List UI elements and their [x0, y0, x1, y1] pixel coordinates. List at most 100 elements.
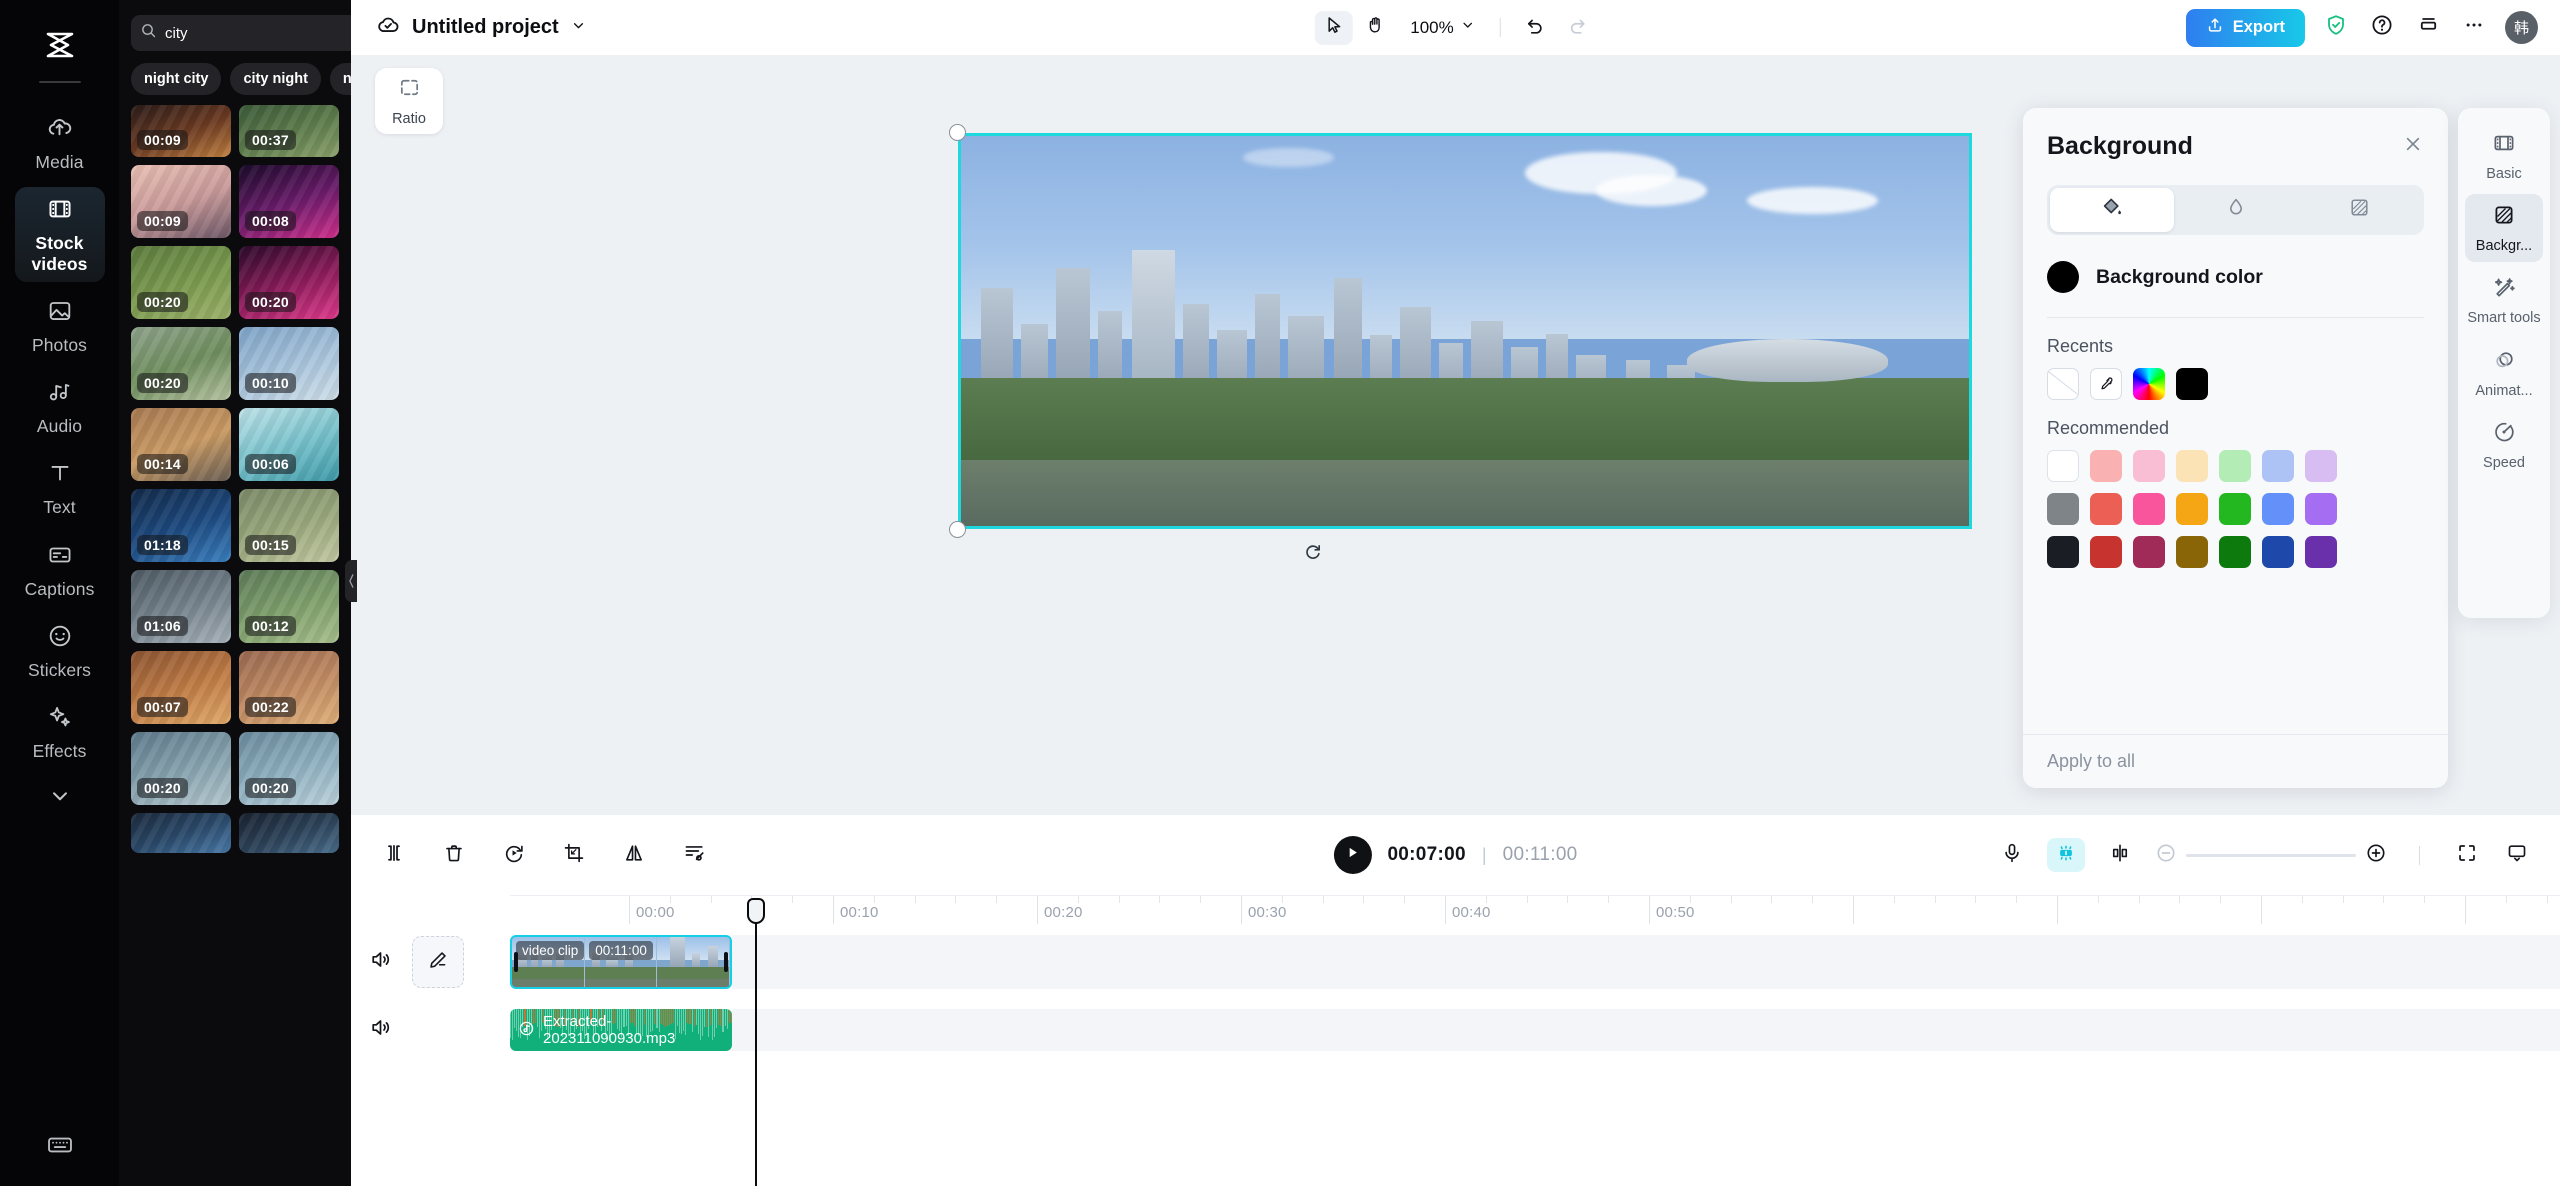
- playhead[interactable]: [747, 898, 765, 1186]
- stock-video-tile[interactable]: 01:18: [131, 489, 231, 562]
- stock-video-tile[interactable]: 00:15: [239, 489, 339, 562]
- sidebar-item-photos[interactable]: Photos: [15, 289, 105, 363]
- stock-video-tile[interactable]: 00:10: [239, 327, 339, 400]
- swatch-recommended-color[interactable]: [2176, 450, 2208, 482]
- chip-night-city[interactable]: night city: [131, 63, 222, 95]
- split-button[interactable]: [379, 840, 409, 870]
- minus-circle-icon[interactable]: [2155, 842, 2177, 869]
- track-empty-area[interactable]: [732, 935, 2560, 989]
- stock-video-tile[interactable]: 00:07: [131, 651, 231, 724]
- project-title-group[interactable]: Untitled project: [375, 12, 587, 43]
- eyedropper-icon[interactable]: [2090, 368, 2122, 400]
- layout-button[interactable]: [2413, 13, 2443, 43]
- video-clip[interactable]: video clip 00:11:00: [510, 935, 732, 989]
- ratio-button[interactable]: Ratio: [375, 68, 443, 134]
- sidebar-item-media[interactable]: Media: [15, 105, 105, 180]
- background-color-swatch[interactable]: [2047, 261, 2079, 293]
- sidebar-item-stickers[interactable]: Stickers: [15, 614, 105, 688]
- fit-screen-button[interactable]: [2452, 840, 2482, 870]
- tool-background[interactable]: Backgr...: [2465, 194, 2543, 263]
- keyframe-split-button[interactable]: [2105, 840, 2135, 870]
- zoom-slider[interactable]: [2155, 842, 2387, 869]
- sidebar-item-stock-videos[interactable]: Stock videos: [14, 187, 105, 282]
- swatch-recommended-color[interactable]: [2133, 450, 2165, 482]
- tool-animation[interactable]: Animat...: [2465, 339, 2543, 407]
- tab-background-blur[interactable]: [2174, 188, 2298, 232]
- record-voiceover-button[interactable]: [1997, 840, 2027, 870]
- stock-video-tile[interactable]: 00:06: [239, 408, 339, 481]
- mirror-button[interactable]: [619, 840, 649, 870]
- swatch-recommended-color[interactable]: [2090, 450, 2122, 482]
- zoom-level-selector[interactable]: 100%: [1398, 17, 1483, 38]
- export-button[interactable]: Export: [2185, 8, 2305, 47]
- stock-video-tile[interactable]: 00:20: [131, 246, 231, 319]
- rotate-handle[interactable]: [1302, 541, 1324, 563]
- hand-tool-button[interactable]: [1356, 11, 1394, 45]
- keyboard-icon[interactable]: [46, 1131, 74, 1164]
- zoom-slider-track[interactable]: [2186, 853, 2356, 857]
- project-chevron-down-icon[interactable]: [570, 17, 587, 39]
- trim-handle-left[interactable]: [514, 952, 518, 972]
- trim-handle-right[interactable]: [724, 952, 728, 972]
- undo-button[interactable]: [1517, 11, 1555, 45]
- stock-video-tile[interactable]: 00:08: [239, 165, 339, 238]
- swatch-recommended-color[interactable]: [2133, 536, 2165, 568]
- swatch-recommended-color[interactable]: [2047, 493, 2079, 525]
- swatch-recent-color[interactable]: [2176, 368, 2208, 400]
- swatch-recommended-color[interactable]: [2219, 536, 2251, 568]
- tool-basic[interactable]: Basic: [2465, 122, 2543, 190]
- stock-video-tile[interactable]: 00:20: [131, 327, 231, 400]
- close-icon[interactable]: [2402, 133, 2424, 160]
- speaker-icon[interactable]: [369, 948, 392, 976]
- stock-video-tile[interactable]: 00:14: [131, 408, 231, 481]
- swatch-recommended-color[interactable]: [2219, 493, 2251, 525]
- track-empty-area[interactable]: [732, 1009, 2560, 1051]
- detach-audio-button[interactable]: [679, 840, 709, 870]
- swatch-recommended-color[interactable]: [2176, 493, 2208, 525]
- tool-speed[interactable]: Speed: [2465, 411, 2543, 479]
- select-tool-button[interactable]: [1314, 10, 1353, 45]
- reverse-button[interactable]: [499, 840, 529, 870]
- speaker-icon[interactable]: [369, 1016, 392, 1044]
- crop-button[interactable]: [559, 840, 589, 870]
- panel-collapse-handle[interactable]: [345, 560, 357, 602]
- swatch-recommended-color[interactable]: [2305, 493, 2337, 525]
- sidebar-item-effects[interactable]: Effects: [15, 695, 105, 769]
- shield-check-button[interactable]: [2321, 13, 2351, 43]
- edit-track-button[interactable]: [412, 936, 464, 988]
- avatar[interactable]: 韩: [2505, 11, 2538, 44]
- stock-video-tile[interactable]: 00:20: [131, 732, 231, 805]
- swatch-recommended-color[interactable]: [2262, 450, 2294, 482]
- resize-handle-top-left[interactable]: [949, 124, 966, 141]
- swatch-recommended-color[interactable]: [2262, 536, 2294, 568]
- swatch-recommended-color[interactable]: [2219, 450, 2251, 482]
- stock-video-tile[interactable]: 00:12: [239, 570, 339, 643]
- color-wheel-swatch[interactable]: [2133, 368, 2165, 400]
- swatch-recommended-color[interactable]: [2090, 536, 2122, 568]
- stock-video-tile[interactable]: 00:22: [239, 651, 339, 724]
- delete-button[interactable]: [439, 840, 469, 870]
- display-options-button[interactable]: [2502, 840, 2532, 870]
- stock-video-tile[interactable]: 00:09: [131, 165, 231, 238]
- swatch-recommended-color[interactable]: [2047, 450, 2079, 482]
- swatch-recommended-color[interactable]: [2262, 493, 2294, 525]
- redo-button[interactable]: [1559, 11, 1597, 45]
- tool-smart-tools[interactable]: Smart tools: [2465, 266, 2543, 334]
- sidebar-item-captions[interactable]: Captions: [15, 533, 105, 607]
- more-options-button[interactable]: [2459, 13, 2489, 43]
- rail-more-chevron-down-icon[interactable]: [47, 783, 73, 814]
- plus-circle-icon[interactable]: [2365, 842, 2387, 869]
- swatch-recommended-color[interactable]: [2305, 536, 2337, 568]
- tab-background-color[interactable]: [2050, 188, 2174, 232]
- video-canvas[interactable]: [958, 133, 1972, 529]
- audio-clip[interactable]: Extracted-202311090930.mp3: [510, 1009, 732, 1051]
- timeline-ruler[interactable]: 00:00 00:10 00:20 00:30 00:40 00:50: [510, 895, 2560, 931]
- playhead-knob[interactable]: [747, 898, 765, 924]
- swatch-recommended-color[interactable]: [2133, 493, 2165, 525]
- help-button[interactable]: [2367, 13, 2397, 43]
- apply-to-all-button[interactable]: Apply to all: [2047, 751, 2135, 771]
- swatch-recommended-color[interactable]: [2305, 450, 2337, 482]
- play-button[interactable]: [1333, 836, 1372, 874]
- stock-video-tile[interactable]: 00:37: [239, 105, 339, 157]
- background-color-row[interactable]: Background color: [2023, 235, 2448, 293]
